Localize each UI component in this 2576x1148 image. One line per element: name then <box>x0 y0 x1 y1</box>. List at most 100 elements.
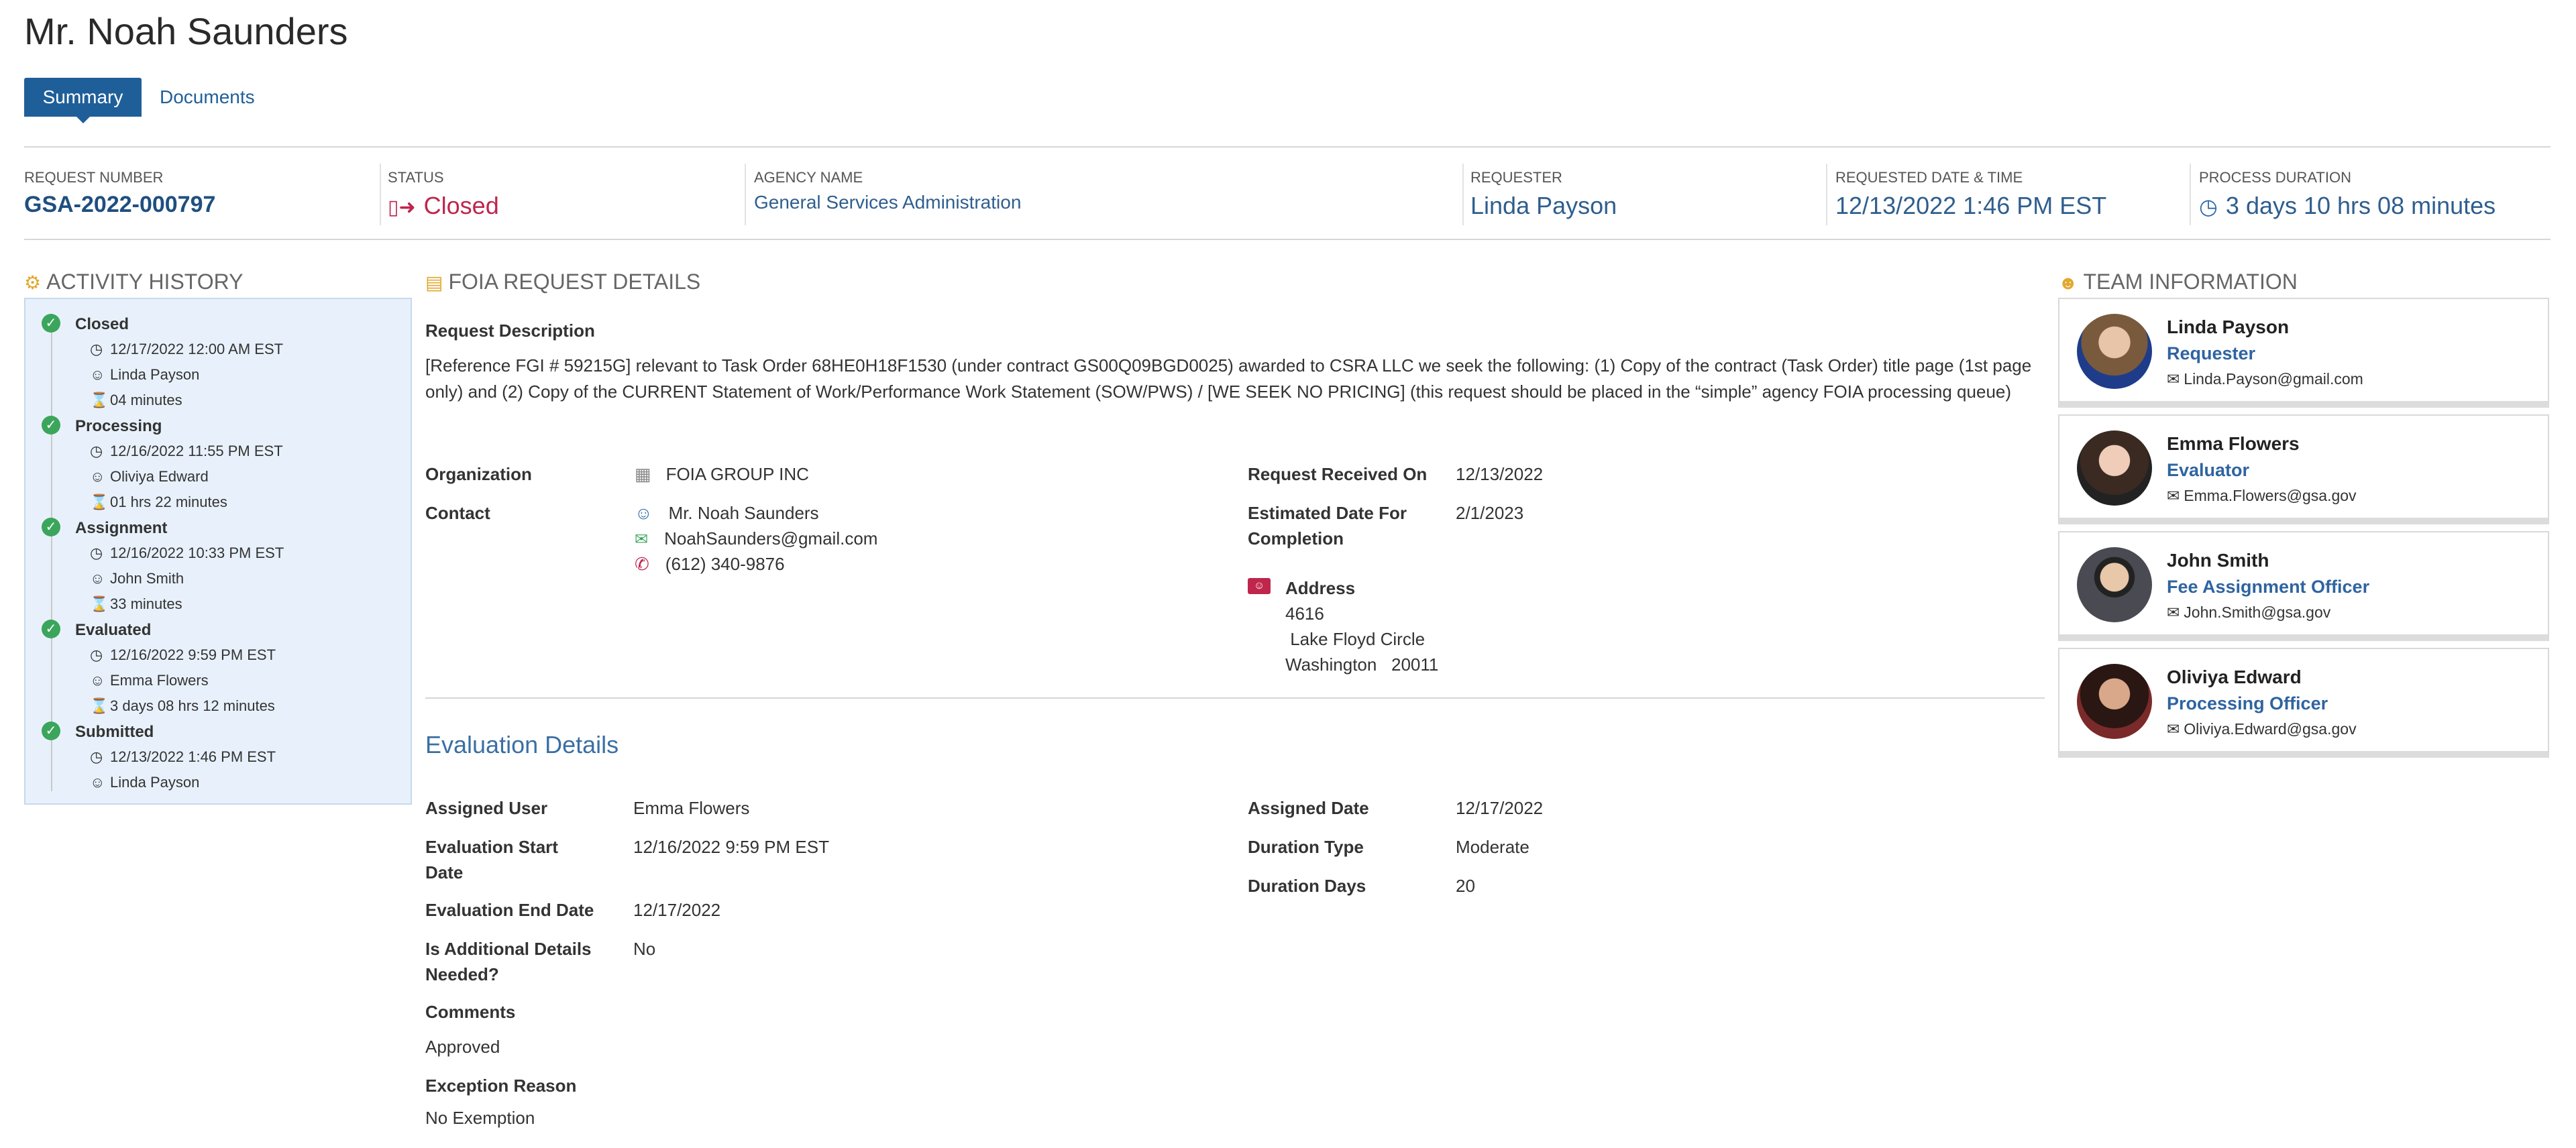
address-line-2: Lake Floyd Circle <box>1285 629 1426 649</box>
activity-user: ☺ Linda Payson <box>90 366 199 384</box>
activity-date: ◷ 12/17/2022 12:00 AM EST <box>90 341 283 358</box>
requester-label: REQUESTER <box>1470 169 1562 186</box>
divider <box>425 697 2045 699</box>
hourglass-icon: ⌛ <box>90 392 109 408</box>
team-member-role: Fee Assignment Officer <box>2167 577 2370 597</box>
assigned-user-label: Assigned User <box>425 798 548 818</box>
team-member-card: John Smith Fee Assignment Officer ✉ John.… <box>2058 531 2549 641</box>
team-member-email-text: Emma.Flowers@gsa.gov <box>2184 487 2357 504</box>
avatar <box>2077 664 2152 739</box>
check-circle-icon: ✓ <box>42 416 60 435</box>
team-member-card: Emma Flowers Evaluator ✉ Emma.Flowers@gsa… <box>2058 414 2549 524</box>
history-icon: ⚙ <box>24 272 42 293</box>
evaluation-details-heading: Evaluation Details <box>425 731 619 758</box>
contact-email[interactable]: ✉ NoahSaunders@gmail.com <box>635 528 877 549</box>
activity-time: ⌛ 3 days 08 hrs 12 minutes <box>90 697 275 715</box>
team-member-name: Emma Flowers <box>2167 433 2300 454</box>
hourglass-icon: ⌛ <box>90 595 109 612</box>
activity-title: Assignment <box>75 519 168 537</box>
address-line-3: Washington 20011 <box>1285 654 1439 675</box>
clock-icon: ◷ <box>2199 194 2218 219</box>
clock-icon: ◷ <box>90 748 103 765</box>
team-member-role: Requester <box>2167 343 2256 363</box>
mail-icon: ✉ <box>2167 604 2180 621</box>
divider <box>24 146 2551 148</box>
clock-icon: ◷ <box>90 443 103 459</box>
activity-date-text: 12/13/2022 1:46 PM EST <box>110 748 276 765</box>
team-member-email[interactable]: ✉ Emma.Flowers@gsa.gov <box>2167 487 2357 505</box>
team-member-email-text: Linda.Payson@gmail.com <box>2184 370 2363 388</box>
phone-icon: ✆ <box>635 554 649 574</box>
activity-date: ◷ 12/16/2022 10:33 PM EST <box>90 544 284 562</box>
activity-user: ☺ John Smith <box>90 570 184 587</box>
clock-icon: ◷ <box>90 544 103 561</box>
request-description-label: Request Description <box>425 321 595 341</box>
contact-name: ☺ Mr. Noah Saunders <box>635 503 819 524</box>
assigned-date: 12/17/2022 <box>1456 798 1544 818</box>
status-label: STATUS <box>388 169 444 186</box>
check-circle-icon: ✓ <box>42 518 60 536</box>
address-line-1: 4616 <box>1285 604 1324 624</box>
request-received-label: Request Received On <box>1248 464 1428 484</box>
user-icon: ☺ <box>90 366 105 383</box>
divider <box>24 239 2551 240</box>
organization-label: Organization <box>425 464 532 484</box>
request-description: [Reference FGI # 59215G] relevant to Tas… <box>425 355 2032 402</box>
activity-time-text: 3 days 08 hrs 12 minutes <box>110 697 275 714</box>
activity-user: ☺ Emma Flowers <box>90 672 209 689</box>
team-member-email[interactable]: ✉ Oliviya.Edward@gsa.gov <box>2167 720 2357 738</box>
team-member-email[interactable]: ✉ Linda.Payson@gmail.com <box>2167 370 2363 388</box>
process-duration-label: PROCESS DURATION <box>2199 169 2351 186</box>
team-member-name: Linda Payson <box>2167 317 2290 337</box>
activity-date: ◷ 12/16/2022 11:55 PM EST <box>90 443 283 460</box>
activity-time-text: 01 hrs 22 minutes <box>110 494 227 510</box>
organization: ▦ FOIA GROUP INC <box>635 464 809 485</box>
tab-summary[interactable]: Summary <box>24 78 142 123</box>
separator <box>745 164 746 225</box>
duration-type-label: Duration Type <box>1248 837 1364 857</box>
request-number: GSA-2022-000797 <box>24 192 216 217</box>
comments-label: Comments <box>425 1002 516 1022</box>
evaluation-start: 12/16/2022 9:59 PM EST <box>633 837 829 857</box>
avatar <box>2077 547 2152 622</box>
activity-time: ⌛ 33 minutes <box>90 595 182 613</box>
tab-documents[interactable]: Documents <box>160 78 255 117</box>
agency-label: AGENCY NAME <box>754 169 863 186</box>
organization-value: FOIA GROUP INC <box>665 464 809 484</box>
check-circle-icon: ✓ <box>42 620 60 638</box>
assigned-date-label: Assigned Date <box>1248 798 1369 818</box>
activity-user-text: Linda Payson <box>110 366 200 383</box>
check-circle-icon: ✓ <box>42 314 60 333</box>
assigned-user: Emma Flowers <box>633 798 750 818</box>
evaluation-end: 12/17/2022 <box>633 900 721 920</box>
hourglass-icon: ⌛ <box>90 697 109 714</box>
process-duration: ◷ 3 days 10 hrs 08 minutes <box>2199 192 2496 220</box>
team-member-name: John Smith <box>2167 550 2269 571</box>
evaluation-end-label: Evaluation End Date <box>425 900 594 920</box>
team-member-email-text: John.Smith@gsa.gov <box>2184 604 2331 621</box>
comments: Approved <box>425 1037 500 1057</box>
team-member-card: Linda Payson Requester ✉ Linda.Payson@gma… <box>2058 298 2549 408</box>
activity-time: ⌛ 01 hrs 22 minutes <box>90 494 227 511</box>
building-icon: ▦ <box>635 464 651 484</box>
request-received: 12/13/2022 <box>1456 464 1544 484</box>
activity-date-text: 12/16/2022 10:33 PM EST <box>110 544 284 561</box>
exception-reason: No Exemption <box>425 1108 535 1128</box>
estimated-date-label-2: Completion <box>1248 528 1344 549</box>
foia-details-heading: ▤ FOIA REQUEST DETAILS <box>425 270 700 294</box>
team-member-email[interactable]: ✉ John.Smith@gsa.gov <box>2167 604 2330 622</box>
team-member-role: Processing Officer <box>2167 693 2328 713</box>
activity-user-text: Oliviya Edward <box>110 468 209 485</box>
requested-date-label: REQUESTED DATE & TIME <box>1835 169 2023 186</box>
mail-icon: ✉ <box>635 530 649 549</box>
users-icon: ☻ <box>2058 272 2078 293</box>
contact-phone-text: (612) 340-9876 <box>665 554 785 574</box>
clock-icon: ◷ <box>90 341 103 357</box>
contact-label: Contact <box>425 503 490 523</box>
activity-user: ☺ Oliviya Edward <box>90 468 209 485</box>
check-circle-icon: ✓ <box>42 722 60 740</box>
requested-date: 12/13/2022 1:46 PM EST <box>1835 192 2107 219</box>
separator <box>380 164 381 225</box>
activity-time: ⌛ 04 minutes <box>90 392 182 409</box>
separator <box>1826 164 1827 225</box>
